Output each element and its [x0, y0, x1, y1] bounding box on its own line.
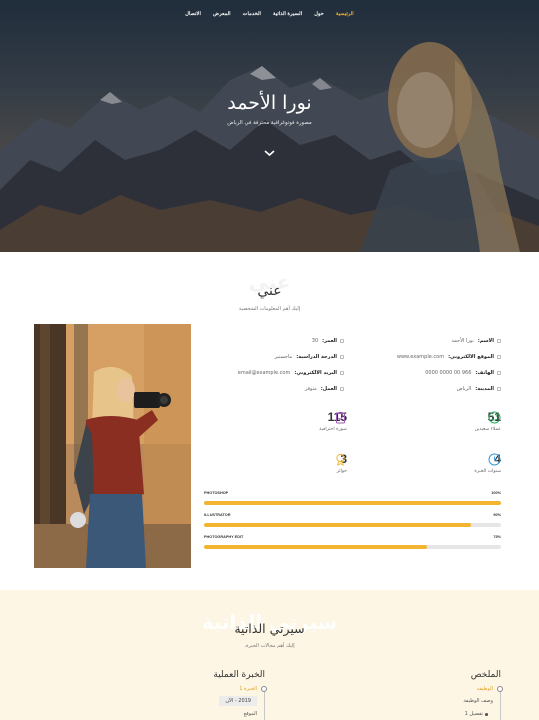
nav-item-gallery[interactable]: المعرض — [213, 11, 231, 17]
skill-fill — [204, 501, 501, 505]
resume-section: سيرتي الذاتية سيرتي الذاتية إليك أهم مجا… — [0, 590, 539, 720]
smile-icon — [488, 411, 501, 424]
info-degree: الدرجة الدراسية: ماجستير — [204, 349, 344, 365]
award-icon — [336, 453, 345, 466]
resume-title: سيرتي الذاتية — [234, 621, 305, 636]
skill-photoshop: PHOTOSHOP 100% — [204, 491, 501, 505]
experience-years-badge: 2019 - الآن — [219, 696, 257, 706]
stat-label: سنوات الخبرة — [474, 469, 501, 474]
bullet-icon — [497, 387, 501, 391]
stat-label: عملاء سعيدين — [474, 427, 501, 432]
skill-percent: 75% — [493, 535, 501, 539]
info-city: المدينة: الرياض — [361, 381, 501, 397]
about-title: عني — [257, 283, 282, 299]
summary-title: الملخص — [470, 670, 501, 680]
skill-illustrator: ILLUSTRATOR 90% — [204, 513, 501, 527]
main-nav: الرئيسية حول السيرة الذاتية الخدمات المع… — [0, 11, 539, 17]
nav-item-resume[interactable]: السيرة الذاتية — [273, 11, 302, 17]
skill-track — [204, 523, 501, 527]
skill-name: PHOTOSHOP — [204, 491, 229, 495]
info-website: الموقع الالكتروني: www.example.com — [361, 349, 501, 365]
about-subtitle: إليك أهم المعلومات الشخصية — [238, 306, 301, 312]
clock-icon — [488, 453, 501, 466]
resume-subtitle: إليك أهم مجالات الخبرة. — [244, 643, 295, 649]
skill-track — [204, 501, 501, 505]
skill-name: PHOTOGRAPHY EDIT — [204, 535, 244, 539]
hero-overlay — [0, 0, 539, 252]
bullet-icon — [340, 339, 344, 343]
bullet-icon — [485, 713, 488, 716]
info-phone: الهاتف: 966 00 0000 0000 — [361, 365, 501, 381]
skill-percent: 100% — [491, 491, 501, 495]
skill-track — [204, 545, 501, 549]
stat-experience-years: 4 سنوات الخبرة — [420, 452, 501, 474]
info-name: الاسم: نورا الأحمد — [361, 333, 501, 349]
timeline-dot-icon — [261, 686, 267, 692]
summary-job: الوظيفة — [476, 686, 493, 692]
bullet-icon — [497, 371, 501, 375]
skill-photography-edit: PHOTOGRAPHY EDIT 75% — [204, 535, 501, 549]
bullet-icon — [497, 355, 501, 359]
info-column-left: العمر: 30 الدرجة الدراسية: ماجستير البريد … — [204, 333, 344, 397]
hero-subtitle: مصورة فوتوغرافية محترفة في الرياض — [227, 120, 312, 126]
nav-item-services[interactable]: الخدمات — [243, 11, 261, 17]
summary-description: وصف الوظيفة — [463, 698, 493, 704]
summary-timeline-line — [500, 690, 501, 720]
skill-percent: 90% — [493, 513, 501, 517]
experience-title: الخبرة العملية — [213, 670, 265, 680]
summary-bullet: تفصيل 1 — [464, 711, 483, 717]
skill-fill — [204, 545, 427, 549]
profile-photo — [34, 324, 191, 568]
skill-name: ILLUSTRATOR — [204, 513, 231, 517]
stat-happy-clients: 51 عملاء سعيدين — [420, 410, 501, 432]
bullet-icon — [340, 355, 344, 359]
experience-timeline-line — [264, 690, 265, 720]
experience-place: الموقع — [243, 711, 257, 717]
stat-awards: 3 جوائز — [266, 452, 347, 474]
nav-item-contact[interactable]: الاتصال — [185, 11, 201, 17]
clipboard-icon — [336, 412, 345, 424]
bullet-icon — [340, 371, 344, 375]
info-column-right: الاسم: نورا الأحمد الموقع الالكتروني: www.… — [361, 333, 501, 397]
nav-item-home[interactable]: الرئيسية — [336, 11, 354, 17]
info-email: البريد الالكتروني: email@example.com — [204, 365, 344, 381]
timeline-dot-icon — [497, 686, 503, 692]
chevron-down-icon[interactable] — [263, 148, 276, 158]
skill-fill — [204, 523, 472, 527]
info-age: العمر: 30 — [204, 333, 344, 349]
stat-photos: 115 صورة احترافية — [266, 410, 347, 432]
hero-title: نورا الأحمد — [227, 92, 312, 114]
stat-label: جوائز — [336, 469, 347, 474]
experience-role: الخبرة 1 — [239, 686, 257, 692]
bullet-icon — [497, 339, 501, 343]
info-availability: العمل: متوفر — [204, 381, 344, 397]
nav-item-about[interactable]: حول — [314, 11, 324, 17]
bullet-icon — [340, 387, 344, 391]
stat-label: صورة احترافية — [319, 427, 347, 432]
hero-section: الرئيسية حول السيرة الذاتية الخدمات المع… — [0, 0, 539, 252]
